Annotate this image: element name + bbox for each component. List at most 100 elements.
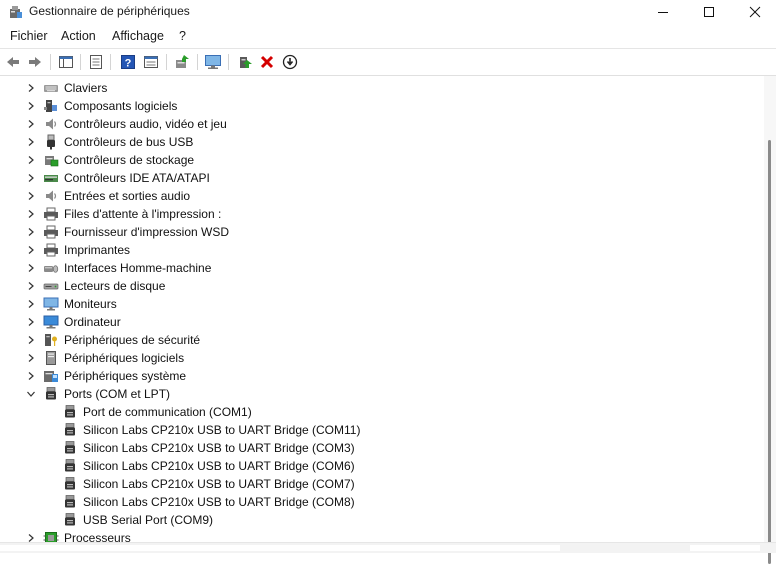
menu-bar: Fichier Action Affichage ? [0,26,776,48]
tree-category-label: Lecteurs de disque [64,279,166,293]
tree-device[interactable]: Silicon Labs CP210x USB to UART Bridge (… [0,493,760,511]
forward-button[interactable] [26,53,44,71]
tree-device[interactable]: Silicon Labs CP210x USB to UART Bridge (… [0,421,760,439]
tree-category[interactable]: Composants logiciels [0,97,760,115]
chevron-right-icon[interactable] [26,209,36,219]
chevron-right-icon[interactable] [26,227,36,237]
menu-help[interactable]: ? [179,29,186,43]
forward-icon [29,57,41,67]
tree-device-label: Silicon Labs CP210x USB to UART Bridge (… [83,441,355,455]
tree-category[interactable]: Processeurs [0,529,760,542]
uninstall-button[interactable] [258,53,276,71]
minimize-icon [658,12,668,13]
chevron-right-icon[interactable] [26,137,36,147]
tree-category[interactable]: Périphériques système [0,367,760,385]
chevron-right-icon[interactable] [26,533,36,542]
chevron-right-icon[interactable] [26,155,36,165]
tree-device[interactable]: Silicon Labs CP210x USB to UART Bridge (… [0,439,760,457]
details-button[interactable] [142,53,160,71]
chevron-right-icon[interactable] [26,83,36,93]
tree-category[interactable]: Périphériques logiciels [0,349,760,367]
scan-hardware-button[interactable] [173,53,191,71]
tree-category[interactable]: Lecteurs de disque [0,277,760,295]
chevron-right-icon[interactable] [26,371,36,381]
chevron-right-icon[interactable] [26,173,36,183]
software-device-icon [46,351,56,365]
tree-device[interactable]: Silicon Labs CP210x USB to UART Bridge (… [0,475,760,493]
tree-category[interactable]: Ports (COM et LPT) [0,385,760,403]
storage-controller-icon [45,156,59,167]
printer-icon [44,225,58,239]
tree-category[interactable]: Files d'attente à l'impression : [0,205,760,223]
software-components-icon [44,100,57,112]
chevron-right-icon[interactable] [26,191,36,201]
console-tree-button[interactable] [57,53,75,71]
speaker-icon [46,118,57,130]
tree-category-label: Entrées et sorties audio [64,189,191,203]
tree-category-label: Périphériques système [64,369,187,383]
tree-category[interactable]: Interfaces Homme-machine [0,259,760,277]
update-driver-button[interactable] [236,53,254,71]
tree-category[interactable]: Imprimantes [0,241,760,259]
device-tree: Claviers Composants logiciels Contrôleurs … [0,76,764,542]
tree-category[interactable]: Moniteurs [0,295,760,313]
tree-category[interactable]: Entrées et sorties audio [0,187,760,205]
tree-category[interactable]: Ordinateur [0,313,760,331]
update-driver-icon [240,57,252,68]
menu-affichage[interactable]: Affichage [112,29,164,43]
toolbar: ? [0,48,776,76]
printer-icon [44,243,58,257]
vertical-scrollbar[interactable] [764,76,776,564]
close-button[interactable] [732,0,776,24]
ide-controller-icon [44,175,58,182]
tree-category[interactable]: Contrôleurs audio, vidéo et jeu [0,115,760,133]
uninstall-icon [260,55,274,69]
chevron-right-icon[interactable] [26,119,36,129]
tree-category-label: Claviers [64,81,108,95]
tree-category[interactable]: Contrôleurs IDE ATA/ATAPI [0,169,760,187]
tree-category[interactable]: Claviers [0,79,760,97]
menu-fichier[interactable]: Fichier [10,29,48,43]
chevron-right-icon[interactable] [26,245,36,255]
disable-device-icon [282,54,298,70]
tree-category-label: Composants logiciels [64,99,178,113]
tree-device-label: USB Serial Port (COM9) [83,513,214,527]
keyboard-icon [44,85,58,92]
chevron-right-icon[interactable] [26,263,36,273]
tree-device-label: Silicon Labs CP210x USB to UART Bridge (… [83,423,361,437]
tree-category-label: Imprimantes [64,243,131,257]
tree-category[interactable]: Fournisseur d'impression WSD [0,223,760,241]
tree-category[interactable]: Contrôleurs de stockage [0,151,760,169]
monitor-icon [43,297,59,311]
chevron-right-icon[interactable] [26,353,36,363]
port-icon [65,405,75,418]
properties-button[interactable] [87,53,105,71]
back-button[interactable] [4,53,22,71]
speaker-icon [46,190,57,202]
tree-category-label: Contrôleurs de bus USB [64,135,194,149]
chevron-down-icon[interactable] [26,389,36,399]
horizontal-scrollbar[interactable] [0,542,776,553]
toolbar-separator [166,54,167,70]
properties-icon [90,55,102,69]
maximize-button[interactable] [686,0,732,24]
chevron-right-icon[interactable] [26,101,36,111]
tree-device[interactable]: Silicon Labs CP210x USB to UART Bridge (… [0,457,760,475]
chevron-right-icon[interactable] [26,335,36,345]
tree-device[interactable]: USB Serial Port (COM9) [0,511,760,529]
chevron-right-icon[interactable] [26,281,36,291]
monitor-button[interactable] [204,53,222,71]
chevron-right-icon[interactable] [26,317,36,327]
menu-action[interactable]: Action [61,29,96,43]
chevron-right-icon[interactable] [26,299,36,309]
minimize-button[interactable] [640,0,686,24]
horizontal-scrollbar-track [690,545,760,551]
port-icon [65,513,75,526]
vertical-scrollbar-thumb[interactable] [768,140,771,564]
tree-category[interactable]: Périphériques de sécurité [0,331,760,349]
tree-category-label: Périphériques de sécurité [64,333,201,347]
disable-device-button[interactable] [281,53,299,71]
tree-category[interactable]: Contrôleurs de bus USB [0,133,760,151]
tree-device[interactable]: Port de communication (COM1) [0,403,760,421]
help-button[interactable]: ? [119,53,137,71]
